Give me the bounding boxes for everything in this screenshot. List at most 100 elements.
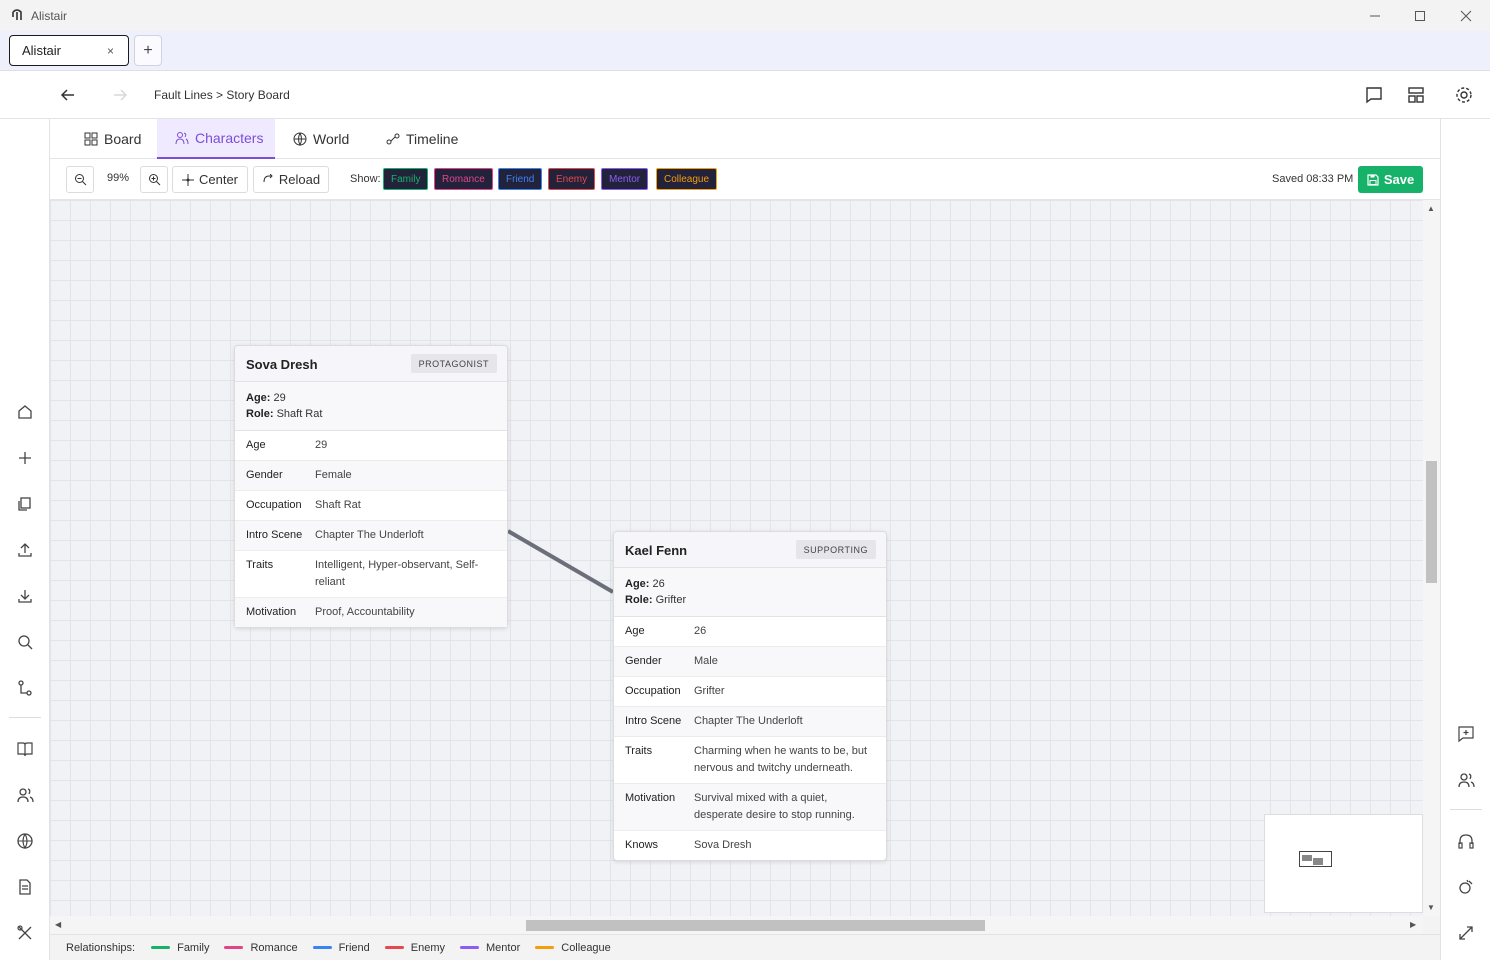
upload-icon[interactable] <box>14 539 36 561</box>
horizontal-scrollbar[interactable]: ◀ ▶ <box>50 916 1423 934</box>
forward-button[interactable] <box>108 83 132 107</box>
attribute-row: Gender Female <box>235 461 507 491</box>
gear-icon <box>1456 87 1472 103</box>
character-canvas[interactable]: Sova Dresh PROTAGONIST Age: 29 Role: Sha… <box>50 200 1423 916</box>
vertical-scrollbar[interactable]: ▲ ▼ <box>1423 200 1440 916</box>
attribute-row: Occupation Grifter <box>614 677 886 707</box>
attribute-value: 29 <box>315 439 328 451</box>
expand-icon[interactable] <box>1455 922 1477 944</box>
legend-item-enemy: Enemy <box>384 941 445 954</box>
document-icon[interactable] <box>14 876 36 898</box>
save-button[interactable]: Save <box>1358 166 1423 193</box>
search-icon[interactable] <box>14 631 36 653</box>
zoom-in-button[interactable] <box>140 166 168 193</box>
character-card-sova-dresh[interactable]: Sova Dresh PROTAGONIST Age: 29 Role: Sha… <box>234 345 508 628</box>
attribute-value: Chapter The Underloft <box>694 715 803 727</box>
summary-role: Grifter <box>655 594 687 606</box>
add-comment-icon[interactable] <box>1455 723 1477 745</box>
summary-role-label: Role: <box>625 594 653 606</box>
vertical-scroll-thumb[interactable] <box>1426 461 1437 583</box>
back-button[interactable] <box>56 83 80 107</box>
timeline-icon <box>386 133 400 145</box>
filter-chip-colleague[interactable]: Colleague <box>656 168 718 190</box>
download-icon[interactable] <box>14 585 36 607</box>
minimize-button[interactable] <box>1352 0 1398 31</box>
legend-label: Friend <box>338 941 370 954</box>
filter-chip-romance[interactable]: Romance <box>434 168 493 190</box>
legend-label: Mentor <box>486 941 521 954</box>
tab-world[interactable]: World <box>283 119 359 159</box>
settings-button[interactable] <box>1452 83 1476 107</box>
filter-chip-mentor[interactable]: Mentor <box>601 168 649 190</box>
center-button[interactable]: Center <box>172 166 248 193</box>
attribute-key: Intro Scene <box>246 529 303 541</box>
scroll-left-icon[interactable]: ◀ <box>55 920 61 929</box>
scroll-right-icon[interactable]: ▶ <box>1410 920 1416 929</box>
zoom-out-button[interactable] <box>66 166 94 193</box>
reload-label: Reload <box>278 172 321 187</box>
tab-timeline-label: Timeline <box>406 131 459 147</box>
add-icon[interactable] <box>14 447 36 469</box>
tab-bar: Alistair × + <box>0 31 1490 71</box>
summary-age-label: Age: <box>246 392 271 404</box>
right-sidebar-divider <box>1450 809 1482 810</box>
scroll-up-icon[interactable]: ▲ <box>1427 204 1435 213</box>
app-logo-icon <box>12 9 22 20</box>
branch-icon[interactable] <box>14 677 36 699</box>
filter-chip-enemy[interactable]: Enemy <box>548 168 596 190</box>
attribute-row: Traits Intelligent, Hyper-observant, Self… <box>235 551 507 598</box>
show-label: Show: <box>350 173 381 185</box>
horizontal-scroll-thumb[interactable] <box>526 920 985 931</box>
maximize-button[interactable] <box>1397 0 1443 31</box>
legend-label: Relationships: <box>66 941 136 954</box>
legend-label: Enemy <box>410 941 445 954</box>
attribute-row: Occupation Shaft Rat <box>235 491 507 521</box>
filter-chip-friend[interactable]: Friend <box>498 168 543 190</box>
crosshair-icon <box>181 173 194 186</box>
home-icon[interactable] <box>14 401 36 423</box>
tab-close-icon[interactable]: × <box>107 44 114 58</box>
scroll-down-icon[interactable]: ▼ <box>1427 903 1435 912</box>
browser-tab[interactable]: Alistair × <box>9 35 129 66</box>
summary-age: 29 <box>273 392 286 404</box>
minimap[interactable] <box>1264 814 1423 913</box>
right-sidebar <box>1440 119 1490 960</box>
users-icon <box>175 132 189 145</box>
filter-chip-family[interactable]: Family <box>383 168 429 190</box>
character-name: Sova Dresh <box>246 357 318 372</box>
legend-swatch <box>460 946 479 949</box>
layout-icon <box>1408 87 1424 103</box>
legend-item-mentor: Mentor <box>460 942 520 954</box>
comments-button[interactable] <box>1362 83 1386 107</box>
close-window-button[interactable] <box>1443 0 1489 31</box>
summary-age: 26 <box>652 578 665 590</box>
attribute-key: Knows <box>625 839 659 851</box>
attribute-value: Male <box>694 655 718 667</box>
summary-role-label: Role: <box>246 408 274 420</box>
layout-button[interactable] <box>1404 83 1428 107</box>
attribute-key: Traits <box>246 559 274 571</box>
users-icon[interactable] <box>14 784 36 806</box>
legend-swatch <box>312 946 332 949</box>
tab-characters-label: Characters <box>195 130 264 146</box>
headphones-icon[interactable] <box>1455 830 1477 852</box>
tab-timeline[interactable]: Timeline <box>376 119 468 159</box>
tab-characters[interactable]: Characters <box>157 119 275 159</box>
collaborators-icon[interactable] <box>1455 769 1477 791</box>
card-header: Kael Fenn SUPPORTING <box>614 532 886 568</box>
tools-icon[interactable] <box>14 922 36 944</box>
attribute-value: Grifter <box>694 685 725 697</box>
minimap-viewport[interactable] <box>1299 851 1332 867</box>
copy-icon[interactable] <box>14 493 36 515</box>
reload-button[interactable]: Reload <box>253 166 329 193</box>
header: Fault Lines > Story Board <box>0 71 1490 119</box>
globe-icon[interactable] <box>14 830 36 852</box>
character-card-kael-fenn[interactable]: Kael Fenn SUPPORTING Age: 26 Role: Grift… <box>613 531 887 861</box>
attribute-row: Age 26 <box>614 617 886 647</box>
tab-board[interactable]: Board <box>74 119 151 159</box>
globe-icon <box>293 132 307 146</box>
theme-icon[interactable] <box>1455 876 1477 898</box>
new-tab-button[interactable]: + <box>134 35 162 66</box>
book-icon[interactable] <box>14 738 36 760</box>
legend-swatch <box>384 946 404 949</box>
